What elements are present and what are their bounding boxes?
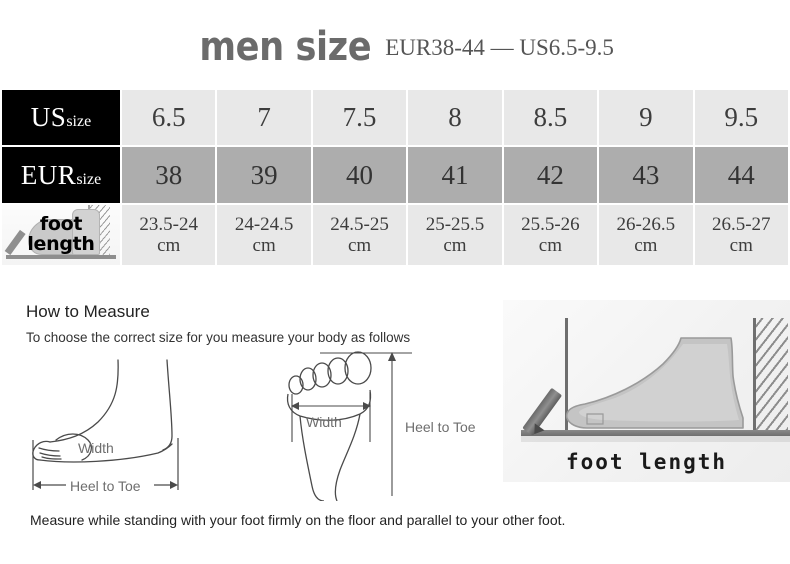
cell-foot-6-unit: cm bbox=[729, 235, 753, 256]
cell-foot-2-value: 24.5-25 bbox=[330, 213, 389, 235]
cell-foot-5-value: 26-26.5 bbox=[616, 213, 676, 235]
cell-foot-3-unit: cm bbox=[443, 235, 467, 256]
page-header: men size EUR38-44 — US6.5-9.5 bbox=[0, 0, 790, 88]
diagram-side-heel-to-toe-label: Heel to Toe bbox=[70, 478, 141, 494]
cell-eur-4: 42 bbox=[503, 147, 598, 203]
cell-foot-5: 26-26.5 cm bbox=[599, 205, 693, 265]
cell-foot-4-value: 25.5-26 bbox=[521, 213, 580, 235]
diagram-foot-sole-view: Width Heel to Toe bbox=[280, 346, 495, 501]
diagram-side-width-label: Width bbox=[78, 440, 114, 456]
cell-eur-5: 43 bbox=[599, 147, 693, 203]
cell-eur-6: 44 bbox=[694, 147, 788, 203]
cell-foot-6-value: 26.5-27 bbox=[711, 213, 771, 235]
page-title: men size bbox=[199, 24, 372, 70]
row-header-foot-line2: length bbox=[27, 233, 95, 255]
cell-foot-6: 26.5-27 cm bbox=[694, 205, 788, 265]
cell-foot-2-unit: cm bbox=[347, 235, 372, 256]
table-row-eur: EURsize 38 39 40 41 42 43 44 bbox=[2, 147, 788, 203]
table-row-foot-length: foot length 23.5-24 cm 24-24.5 cm 24.5-2… bbox=[2, 205, 788, 265]
foot-silhouette-icon bbox=[565, 337, 744, 429]
page-subtitle: EUR38-44 — US6.5-9.5 bbox=[385, 34, 614, 60]
row-header-us-main: US bbox=[30, 102, 67, 132]
diagram-sole-heel-to-toe-label: Heel to Toe bbox=[405, 419, 476, 435]
ground-shadow-icon bbox=[521, 436, 790, 442]
cell-eur-1: 39 bbox=[217, 147, 311, 203]
cell-us-2: 7.5 bbox=[312, 90, 407, 145]
row-header-us: USsize bbox=[2, 90, 120, 145]
how-to-measure-section: How to Measure To choose the correct siz… bbox=[0, 284, 790, 564]
cell-us-0: 6.5 bbox=[122, 90, 216, 145]
cell-us-3: 8 bbox=[408, 90, 502, 145]
row-header-foot-length: foot length bbox=[2, 205, 120, 265]
row-header-foot-line1: foot bbox=[39, 213, 83, 235]
how-to-measure-title: How to Measure bbox=[26, 302, 150, 321]
photo-caption: foot length bbox=[565, 450, 728, 474]
cell-foot-0-value: 23.5-24 bbox=[139, 213, 198, 235]
ground-line-icon bbox=[6, 255, 116, 259]
cell-us-6: 9.5 bbox=[694, 90, 788, 145]
ground-line-icon bbox=[521, 430, 790, 436]
cell-us-5: 9 bbox=[599, 90, 693, 145]
how-to-measure-subtitle: To choose the correct size for you measu… bbox=[26, 330, 411, 345]
cell-us-4: 8.5 bbox=[503, 90, 598, 145]
cell-us-1: 7 bbox=[217, 90, 311, 145]
row-header-us-sub: size bbox=[66, 113, 92, 130]
how-to-measure-footer-note: Measure while standing with your foot fi… bbox=[30, 512, 566, 528]
table-row-us: USsize 6.5 7 7.5 8 8.5 9 9.5 bbox=[2, 90, 788, 145]
row-header-eur: EURsize bbox=[2, 147, 120, 203]
cell-foot-4-unit: cm bbox=[538, 235, 562, 256]
cell-foot-1-value: 24-24.5 bbox=[234, 213, 294, 235]
size-chart-table: USsize 6.5 7 7.5 8 8.5 9 9.5 EURsize 38 … bbox=[0, 88, 790, 267]
cell-eur-3: 41 bbox=[408, 147, 502, 203]
foot-length-photo-panel: foot length bbox=[503, 300, 790, 482]
cell-foot-3: 25-25.5 cm bbox=[408, 205, 502, 265]
cell-foot-5-unit: cm bbox=[634, 235, 658, 256]
cell-foot-1-unit: cm bbox=[252, 235, 276, 256]
cell-foot-2: 24.5-25 cm bbox=[312, 205, 407, 265]
row-header-eur-main: EUR bbox=[20, 159, 77, 190]
cell-foot-3-value: 25-25.5 bbox=[425, 213, 485, 235]
diagram-foot-side-view: Width Heel to Toe bbox=[20, 352, 250, 502]
cell-foot-1: 24-24.5 cm bbox=[217, 205, 311, 265]
cell-foot-4: 25.5-26 cm bbox=[503, 205, 598, 265]
cell-eur-2: 40 bbox=[312, 147, 407, 203]
row-header-eur-sub: size bbox=[76, 170, 102, 188]
cell-foot-0-unit: cm bbox=[157, 235, 181, 256]
cell-eur-0: 38 bbox=[122, 147, 216, 203]
cell-foot-0: 23.5-24 cm bbox=[122, 205, 216, 265]
diagram-sole-width-label: Width bbox=[306, 414, 342, 430]
